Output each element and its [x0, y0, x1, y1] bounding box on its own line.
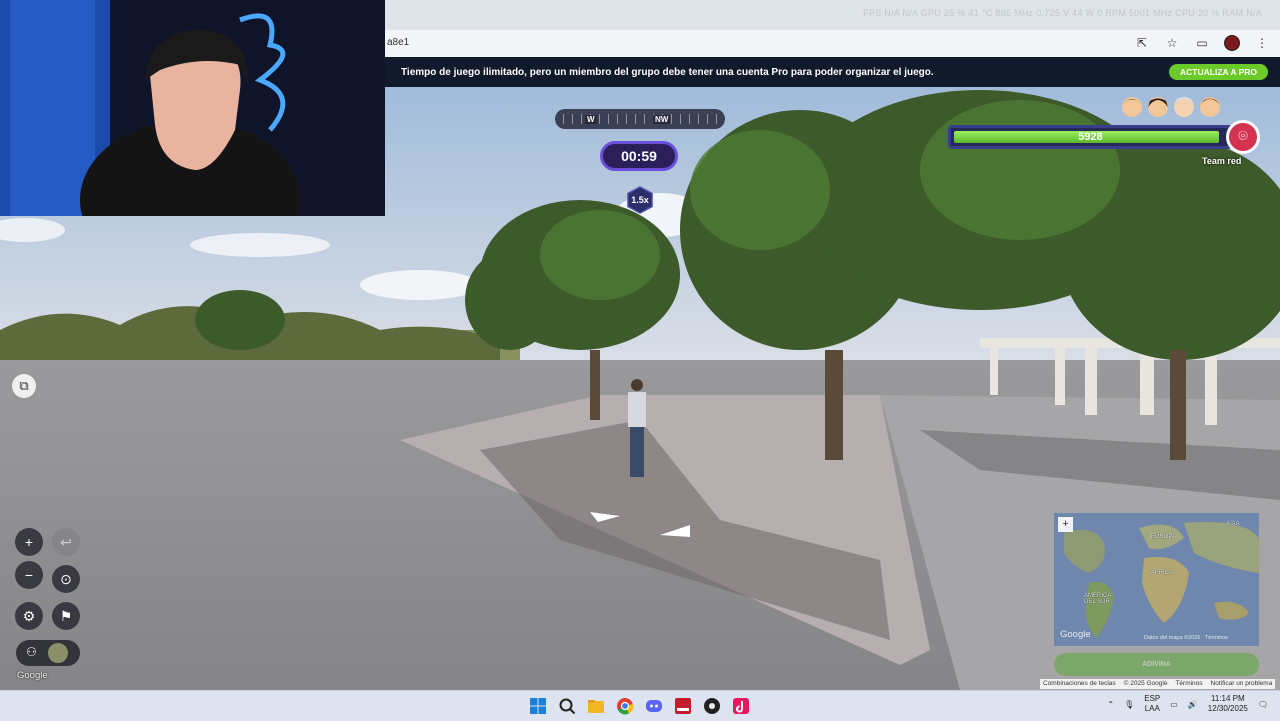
team-location-pin-icon: ⌾ [1226, 120, 1260, 154]
address-text[interactable]: a8e1 [387, 37, 409, 48]
map-label-south-america: AMÉRICA DEL SUR [1084, 593, 1112, 605]
voicemod-icon[interactable] [673, 696, 693, 716]
copyright-text: © 2025 Google [1123, 680, 1168, 687]
network-icon[interactable]: ▭ [1170, 700, 1178, 709]
volume-icon[interactable]: 🔊 [1188, 700, 1198, 709]
notification-icon[interactable]: 🗨 [1258, 700, 1268, 709]
star-icon[interactable]: ☆ [1164, 36, 1180, 50]
street-view-person-icon[interactable]: ⧉ [12, 374, 36, 398]
system-tray: ⌃ 🎙 ESP LAA ▭ 🔊 11:14 PM 12/30/2025 🗨 [1107, 694, 1268, 714]
google-logo: Google [17, 670, 48, 681]
team-member-avatar [1198, 93, 1222, 119]
pro-banner-message: Tiempo de juego ilimitado, pero un miemb… [401, 67, 934, 78]
language-indicator[interactable]: ESP LAA [1144, 694, 1160, 714]
minimap-footer: Datos del mapa ©2025 Términos [1144, 635, 1228, 641]
clock-date: 12/30/2025 [1207, 704, 1248, 713]
clock-time: 11:14 PM [1210, 694, 1245, 703]
tab-search-icon[interactable]: ▭ [1194, 36, 1210, 50]
team-member-avatar [1120, 93, 1144, 119]
party-members-button[interactable]: ⚇ [16, 640, 80, 666]
profile-avatar[interactable] [1224, 35, 1240, 51]
terms-link[interactable]: Términos [1175, 679, 1202, 689]
discord-icon[interactable] [644, 696, 664, 716]
map-label-asia: ASIA [1226, 521, 1240, 527]
pro-banner: Tiempo de juego ilimitado, pero un miemb… [385, 57, 1280, 87]
file-explorer-icon[interactable] [586, 696, 606, 716]
minimap-google-logo: Google [1060, 629, 1091, 640]
compass: W NW [555, 109, 725, 129]
map-label-africa: ÁFRICA [1151, 570, 1174, 576]
team-member-avatar [1172, 93, 1196, 119]
party-avatar [48, 643, 68, 663]
zoom-in-button[interactable]: + [15, 528, 43, 556]
speed-multiplier-badge: 1.5x [626, 186, 654, 214]
pedestrian [628, 379, 646, 477]
map-attribution: Combinaciones de teclas © 2025 Google Té… [1040, 679, 1276, 689]
keyboard-layout: LAA [1144, 704, 1160, 713]
webcam-overlay [0, 0, 385, 216]
tiktok-icon[interactable] [731, 696, 751, 716]
compass-west: W [585, 115, 597, 124]
compass-northwest: NW [653, 115, 671, 124]
search-icon[interactable] [557, 696, 577, 716]
speed-multiplier-text: 1.5x [631, 195, 649, 205]
round-timer: 00:59 [600, 141, 678, 171]
map-data-credit: Datos del mapa ©2025 [1144, 635, 1201, 641]
minimap-zoom-in-button[interactable]: + [1058, 517, 1073, 532]
map-label-europe: EUROPA [1151, 534, 1176, 540]
return-to-start-button[interactable]: ⊙ [52, 565, 80, 593]
undo-move-button[interactable]: ↩ [52, 528, 80, 556]
report-problem-link[interactable]: Notificar un problema [1211, 679, 1273, 689]
guess-minimap[interactable]: + ASIA EUROPA ÁFRICA AMÉRICA DEL SUR Goo… [1054, 513, 1259, 646]
map-terms-link[interactable]: Términos [1205, 635, 1228, 641]
flag-checkpoint-button[interactable]: ⚑ [52, 602, 80, 630]
menu-kebab-icon[interactable]: ⋮ [1254, 36, 1270, 50]
team-name: Team red [1202, 156, 1242, 166]
zoom-out-button[interactable]: − [15, 561, 43, 589]
team-member-avatar [1146, 93, 1170, 119]
team-score: 5928 [1078, 131, 1103, 143]
chevron-up-icon[interactable]: ⌃ [1107, 700, 1114, 709]
windows-start-icon[interactable] [528, 696, 548, 716]
language-code: ESP [1144, 694, 1161, 703]
upgrade-pro-button[interactable]: ACTUALIZA A PRO [1169, 64, 1268, 80]
guess-button[interactable]: ADIVINA [1054, 653, 1259, 676]
clock[interactable]: 11:14 PM 12/30/2025 [1208, 694, 1248, 714]
settings-button[interactable]: ⚙ [15, 602, 43, 630]
team-avatars [1120, 93, 1222, 119]
windows-taskbar: ⌃ 🎙 ESP LAA ▭ 🔊 11:14 PM 12/30/2025 🗨 [0, 690, 1280, 721]
party-icon: ⚇ [26, 645, 37, 659]
team-health-bar: 5928 [948, 125, 1233, 149]
obs-icon[interactable] [702, 696, 722, 716]
address-bar[interactable]: a8e1 ⇱ ☆ ▭ ⋮ [385, 30, 1280, 58]
chrome-icon[interactable] [615, 696, 635, 716]
browser-title-bar: FPS N/A N/A GPU 25 % 41 °C 885 MHz 0.725… [385, 0, 1280, 30]
performance-overlay: FPS N/A N/A GPU 25 % 41 °C 885 MHz 0.725… [863, 8, 1262, 18]
keyboard-shortcuts-link[interactable]: Combinaciones de teclas [1043, 679, 1116, 689]
microphone-icon[interactable]: 🎙 [1124, 700, 1134, 709]
install-icon[interactable]: ⇱ [1134, 36, 1150, 50]
